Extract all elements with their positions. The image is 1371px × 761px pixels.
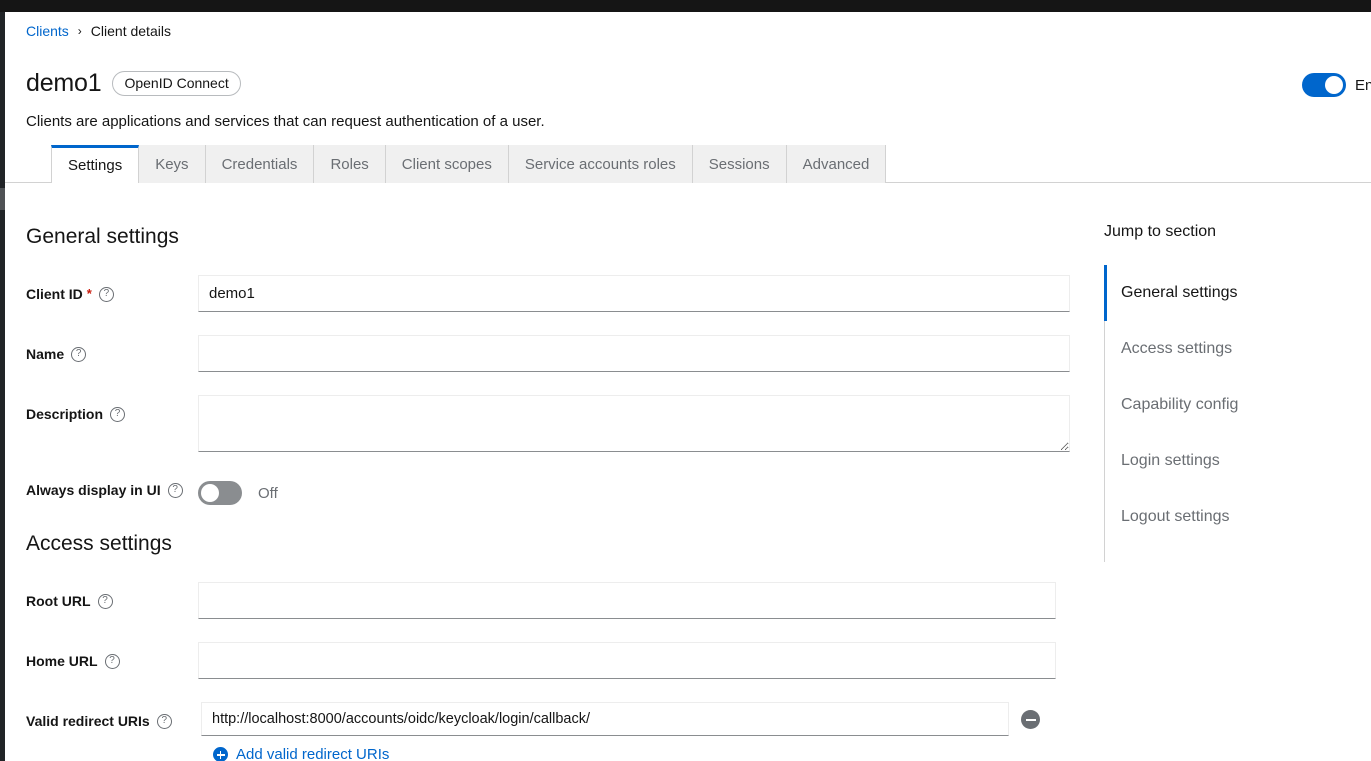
help-icon[interactable]: ? [97, 593, 113, 609]
tab-client-scopes[interactable]: Client scopes [385, 145, 509, 183]
toggle-knob [201, 484, 219, 502]
jump-item-label: Logout settings [1121, 508, 1230, 525]
help-icon[interactable]: ? [71, 346, 87, 362]
enabled-toggle[interactable] [1302, 73, 1346, 97]
tab-service-accounts-roles[interactable]: Service accounts roles [508, 145, 693, 183]
tab-list: Settings Keys Credentials Roles Client s… [51, 145, 887, 184]
root-url-input[interactable] [198, 582, 1056, 619]
label-text: Name [26, 346, 65, 362]
tab-label: Keys [155, 155, 189, 173]
toggle-knob [1325, 76, 1343, 94]
tab-bar: Settings Keys Credentials Roles Client s… [5, 145, 1371, 184]
enabled-toggle-group: Enabled [1302, 73, 1371, 97]
plus-circle-icon [213, 747, 228, 761]
client-id-input[interactable] [198, 275, 1070, 312]
breadcrumb-separator-icon: › [77, 24, 82, 38]
page-subtitle: Clients are applications and services th… [26, 113, 545, 130]
tab-advanced[interactable]: Advanced [786, 145, 887, 183]
help-icon[interactable]: ? [167, 482, 183, 498]
tab-roles[interactable]: Roles [314, 145, 386, 183]
label-always-display-in-ui: Always display in UI ? [26, 482, 183, 498]
section-heading-access-settings: Access settings [26, 532, 172, 555]
name-input[interactable] [198, 335, 1070, 372]
tab-label: Sessions [708, 155, 770, 173]
breadcrumb-link-clients[interactable]: Clients [26, 23, 69, 39]
label-description: Description ? [26, 406, 126, 422]
label-valid-redirect-uris: Valid redirect URIs ? [26, 713, 172, 729]
label-text: Description [26, 406, 104, 422]
home-url-input[interactable] [198, 642, 1056, 679]
page-title-row: demo1 OpenID Connect [26, 68, 241, 98]
jump-item-label: Login settings [1121, 452, 1220, 469]
label-root-url: Root URL ? [26, 593, 113, 609]
label-text: Home URL [26, 653, 98, 669]
add-link-label: Add valid redirect URIs [236, 746, 390, 761]
tab-label: Service accounts roles [524, 155, 676, 173]
breadcrumb-current: Client details [90, 23, 171, 39]
jump-to-section-title: Jump to section [1104, 223, 1217, 240]
tab-label: Credentials [221, 155, 298, 173]
help-icon[interactable]: ? [156, 713, 172, 729]
page-content: Clients › Client details demo1 OpenID Conn… [5, 12, 1371, 761]
jump-item-label: General settings [1121, 284, 1238, 301]
breadcrumb: Clients › Client details [26, 22, 171, 41]
enabled-toggle-label: Enabled [1355, 76, 1371, 94]
tab-label: Client scopes [401, 155, 492, 173]
description-textarea[interactable] [198, 395, 1070, 452]
help-icon[interactable]: ? [104, 653, 120, 669]
add-valid-redirect-uris-button[interactable]: Add valid redirect URIs [213, 746, 389, 761]
protocol-badge: OpenID Connect [112, 70, 241, 96]
jump-item-logout-settings[interactable]: Logout settings [1104, 489, 1371, 545]
help-icon[interactable]: ? [98, 286, 114, 302]
valid-redirect-uri-input[interactable] [201, 702, 1009, 736]
label-text: Valid redirect URIs [26, 713, 150, 729]
client-details-page: Clients › Client details demo1 OpenID Conn… [0, 0, 1371, 761]
jump-item-access-settings[interactable]: Access settings [1104, 321, 1371, 377]
page-title: demo1 [26, 69, 102, 97]
help-icon[interactable]: ? [110, 406, 126, 422]
jump-item-label: Capability config [1121, 396, 1239, 413]
remove-redirect-uri-button[interactable] [1021, 710, 1040, 729]
always-display-toggle-group: Off [198, 481, 278, 505]
required-indicator: * [86, 285, 92, 301]
label-home-url: Home URL ? [26, 653, 120, 669]
section-heading-general-settings: General settings [26, 225, 179, 248]
label-client-id: Client ID * ? [26, 286, 114, 302]
jump-item-label: Access settings [1121, 340, 1233, 357]
tab-label: Roles [330, 155, 369, 173]
tab-keys[interactable]: Keys [139, 145, 206, 183]
label-text: Root URL [26, 593, 91, 609]
tab-credentials[interactable]: Credentials [205, 145, 315, 183]
jump-to-section-panel: Jump to section General settings Access … [1104, 183, 1371, 761]
tab-settings[interactable]: Settings [51, 145, 140, 184]
label-text: Always display in UI [26, 482, 161, 498]
tab-sessions[interactable]: Sessions [692, 145, 787, 183]
jump-item-capability-config[interactable]: Capability config [1104, 377, 1371, 433]
masthead-bar [0, 0, 1371, 12]
always-display-state-label: Off [258, 484, 278, 502]
jump-to-section-list: General settings Access settings Capabil… [1104, 265, 1371, 545]
tab-label: Settings [68, 157, 123, 174]
tab-label: Advanced [802, 155, 870, 173]
jump-item-login-settings[interactable]: Login settings [1104, 433, 1371, 489]
label-text: Client ID [26, 286, 83, 302]
label-name: Name ? [26, 346, 87, 362]
always-display-toggle[interactable] [198, 481, 242, 505]
jump-item-general-settings[interactable]: General settings [1104, 265, 1371, 321]
